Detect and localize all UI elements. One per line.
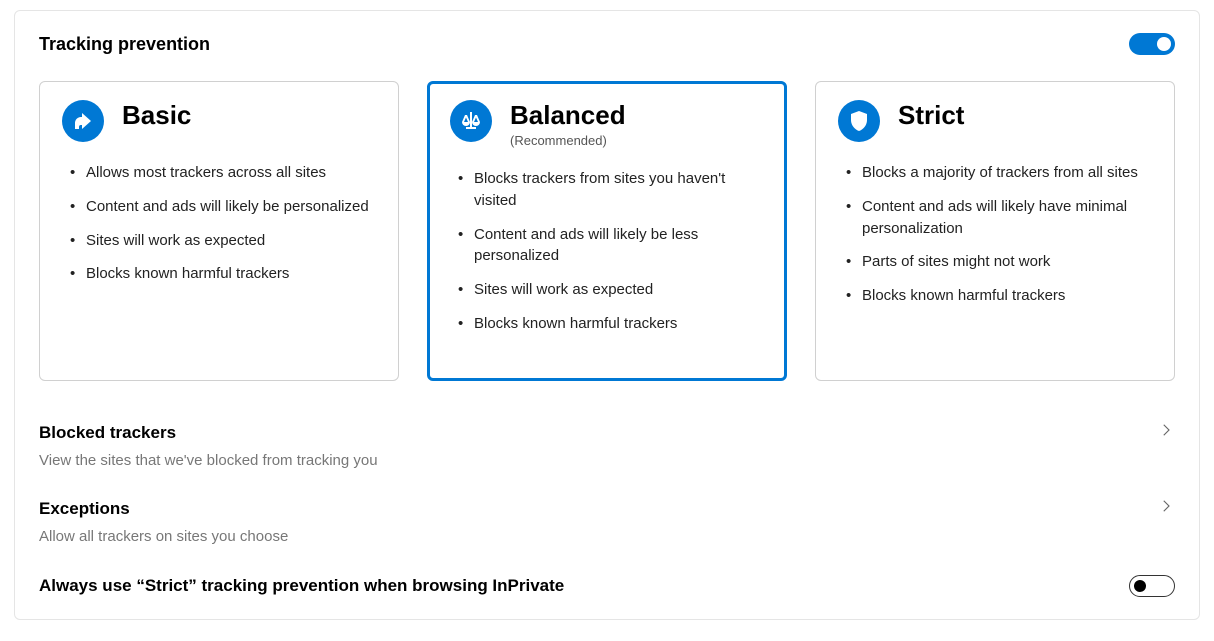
- balance-scale-icon: [450, 100, 492, 142]
- card-strict[interactable]: Strict Blocks a majority of trackers fro…: [815, 81, 1175, 381]
- strict-inprivate-row: Always use “Strict” tracking prevention …: [39, 563, 1175, 601]
- card-bullets: Allows most trackers across all sites Co…: [62, 162, 376, 285]
- card-bullet: Content and ads will likely have minimal…: [838, 196, 1152, 240]
- card-head: Basic: [62, 100, 376, 142]
- link-title: Blocked trackers: [39, 423, 176, 443]
- chevron-right-icon: [1157, 421, 1175, 444]
- card-bullet: Blocks known harmful trackers: [838, 285, 1152, 307]
- section-header: Tracking prevention: [39, 33, 1175, 55]
- card-bullet: Content and ads will likely be less pers…: [450, 224, 764, 268]
- card-bullet: Blocks trackers from sites you haven't v…: [450, 168, 764, 212]
- chevron-right-icon: [1157, 497, 1175, 520]
- card-head: Strict: [838, 100, 1152, 142]
- setting-label: Always use “Strict” tracking prevention …: [39, 576, 564, 596]
- card-bullet: Blocks known harmful trackers: [450, 313, 764, 335]
- blocked-trackers-link[interactable]: Blocked trackers: [39, 411, 1175, 450]
- card-basic[interactable]: Basic Allows most trackers across all si…: [39, 81, 399, 381]
- exceptions-link[interactable]: Exceptions: [39, 487, 1175, 526]
- card-title: Balanced: [510, 100, 626, 131]
- card-subtitle: (Recommended): [510, 133, 626, 148]
- card-bullet: Content and ads will likely be personali…: [62, 196, 376, 218]
- card-balanced[interactable]: Balanced (Recommended) Blocks trackers f…: [427, 81, 787, 381]
- section-title: Tracking prevention: [39, 34, 210, 55]
- card-bullet: Parts of sites might not work: [838, 251, 1152, 273]
- tracking-prevention-toggle[interactable]: [1129, 33, 1175, 55]
- card-bullets: Blocks trackers from sites you haven't v…: [450, 168, 764, 335]
- card-bullet: Blocks a majority of trackers from all s…: [838, 162, 1152, 184]
- card-title: Strict: [898, 100, 964, 131]
- card-bullets: Blocks a majority of trackers from all s…: [838, 162, 1152, 307]
- prevention-level-cards: Basic Allows most trackers across all si…: [39, 81, 1175, 381]
- card-bullet: Blocks known harmful trackers: [62, 263, 376, 285]
- card-bullet: Allows most trackers across all sites: [62, 162, 376, 184]
- card-title-block: Basic: [122, 100, 191, 131]
- card-bullet: Sites will work as expected: [450, 279, 764, 301]
- card-title-block: Balanced (Recommended): [510, 100, 626, 148]
- strict-inprivate-toggle[interactable]: [1129, 575, 1175, 597]
- link-title: Exceptions: [39, 499, 130, 519]
- card-head: Balanced (Recommended): [450, 100, 764, 148]
- card-bullet: Sites will work as expected: [62, 230, 376, 252]
- tracking-prevention-panel: Tracking prevention Basic Allows most tr…: [14, 10, 1200, 620]
- card-title: Basic: [122, 100, 191, 131]
- link-desc: Allow all trackers on sites you choose: [39, 528, 1175, 545]
- basic-icon: [62, 100, 104, 142]
- card-title-block: Strict: [898, 100, 964, 131]
- shield-icon: [838, 100, 880, 142]
- link-desc: View the sites that we've blocked from t…: [39, 452, 1175, 469]
